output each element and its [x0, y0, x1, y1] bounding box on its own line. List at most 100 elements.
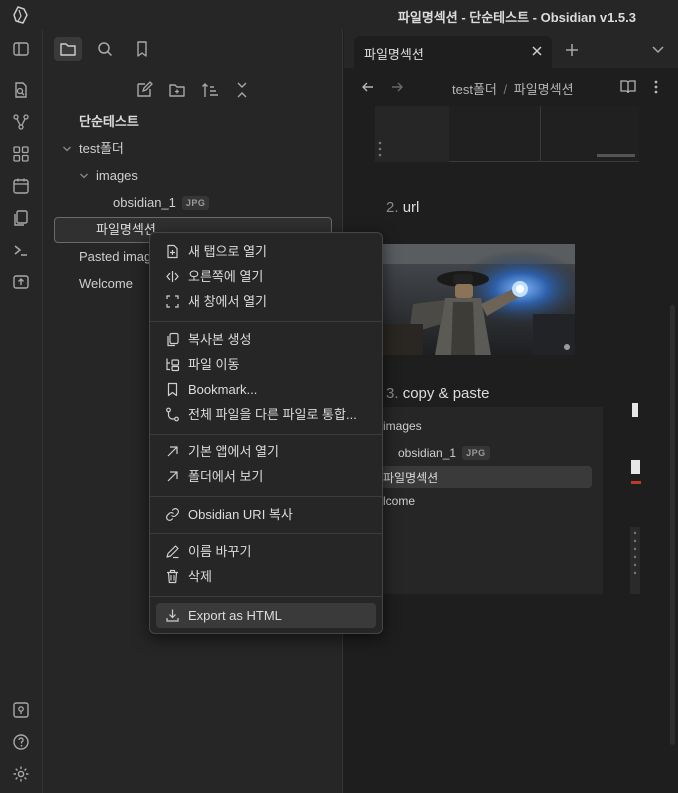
sidebar-tabs [43, 30, 343, 68]
menu-item-export-html[interactable]: Export as HTML [156, 603, 376, 628]
tab-title[interactable]: 파일명섹션 [364, 44, 424, 63]
embedded-item-label: obsidian_1 [398, 446, 457, 460]
window-title: 파일명섹션 - 단순테스트 - Obsidian v1.5.3 [397, 10, 636, 25]
embedded-screenshot-top [375, 106, 639, 162]
menu-item-label: Obsidian URI 복사 [188, 507, 293, 522]
menu-item-label: 오른쪽에 열기 [188, 269, 264, 284]
move-folder-icon [165, 357, 180, 372]
menu-item-label: 파일 이동 [188, 357, 240, 372]
canvas-icon[interactable] [12, 145, 30, 163]
menu-item-label: 새 탭으로 열기 [188, 244, 267, 259]
vault-name[interactable]: 단순테스트 [79, 109, 139, 135]
search-icon [98, 42, 113, 57]
external-link-icon [165, 444, 180, 459]
chevron-down-icon[interactable] [62, 145, 72, 153]
embedded-divider [540, 106, 541, 162]
help-icon[interactable] [12, 733, 30, 751]
more-options-icon[interactable] [653, 79, 659, 95]
left-ribbon [0, 30, 43, 793]
tab-bookmarks[interactable] [128, 37, 156, 61]
tab-list-chevron-icon[interactable] [651, 44, 665, 56]
embedded-sidebar [375, 106, 449, 162]
copy-icon [165, 332, 180, 347]
new-tab-plus-icon[interactable] [564, 42, 580, 58]
embedded-status [597, 154, 635, 157]
folder-icon [60, 43, 76, 56]
terminal-icon[interactable] [12, 241, 30, 259]
tab-search[interactable] [91, 37, 119, 61]
tree-file-welcome[interactable]: Welcome [79, 271, 133, 297]
breadcrumb: test폴더 / 파일명섹션 [452, 79, 574, 98]
back-arrow-icon[interactable] [361, 80, 375, 94]
sort-order-icon[interactable] [201, 81, 219, 99]
publish-upload-icon[interactable] [12, 273, 30, 291]
menu-item-open-right[interactable]: 오른쪽에 열기 [156, 264, 376, 289]
heading-text: copy & paste [402, 385, 490, 402]
embedded-fragment-white [632, 403, 638, 417]
heading-copy-paste: 3. copy & paste [386, 385, 489, 402]
menu-item-label: 삭제 [188, 569, 212, 584]
vault-switcher-icon[interactable] [12, 701, 30, 719]
reading-view-book-icon[interactable] [620, 79, 636, 94]
heading-text: url [402, 199, 420, 216]
menu-item-label: Export as HTML [188, 608, 282, 623]
heading-number: 3. [386, 385, 399, 402]
menu-item-move-file[interactable]: 파일 이동 [156, 352, 376, 377]
tree-file-pasted-image[interactable]: Pasted image [79, 244, 159, 270]
quick-switcher-icon[interactable] [12, 81, 30, 99]
tree-folder-test[interactable]: test폴더 [79, 136, 124, 162]
graph-view-icon[interactable] [12, 113, 30, 131]
menu-item-label: 기본 앱에서 열기 [188, 444, 279, 459]
daily-note-calendar-icon[interactable] [12, 177, 30, 195]
menu-item-bookmark[interactable]: Bookmark... [156, 377, 376, 402]
tree-file-current[interactable]: 파일명섹션 [96, 217, 156, 243]
file-extension-badge: JPG [181, 196, 210, 210]
close-tab-icon[interactable] [530, 44, 544, 58]
breadcrumb-file[interactable]: 파일명섹션 [514, 82, 574, 97]
tree-folder-images[interactable]: images [96, 163, 138, 189]
reveal-folder-icon [165, 469, 180, 484]
templates-copy-icon[interactable] [12, 209, 30, 227]
menu-item-label: 폴더에서 보기 [188, 469, 264, 484]
collapse-all-icon[interactable] [233, 81, 251, 99]
menu-item-open-new-tab[interactable]: 새 탭으로 열기 [156, 239, 376, 264]
forward-arrow-icon[interactable] [390, 80, 404, 94]
breadcrumb-folder[interactable]: test폴더 [452, 82, 497, 97]
scrollbar[interactable] [670, 305, 675, 745]
merge-icon [165, 407, 180, 422]
breadcrumb-separator: / [503, 82, 508, 97]
menu-separator [150, 533, 382, 534]
menu-item-show-in-folder[interactable]: 폴더에서 보기 [156, 464, 376, 489]
menu-item-duplicate[interactable]: 복사본 생성 [156, 327, 376, 352]
tab-file-explorer[interactable] [54, 37, 82, 61]
menu-separator [150, 434, 382, 435]
menu-item-copy-uri[interactable]: Obsidian URI 복사 [156, 502, 376, 527]
menu-item-rename[interactable]: 이름 바꾸기 [156, 539, 376, 564]
embedded-dots [377, 140, 383, 160]
menu-item-label: 전체 파일을 다른 파일로 통합... [188, 407, 357, 422]
new-note-icon[interactable] [135, 81, 153, 99]
file-context-menu: 새 탭으로 열기 오른쪽에 열기 새 창에서 열기 복사본 생성 파일 이동 B… [149, 232, 383, 634]
link-icon [165, 507, 180, 522]
menu-item-delete[interactable]: 삭제 [156, 564, 376, 589]
menu-item-open-default-app[interactable]: 기본 앱에서 열기 [156, 439, 376, 464]
chevron-down-icon[interactable] [79, 172, 89, 180]
embedded-item-obsidian: obsidian_1 JPG [398, 446, 490, 460]
sidebar-toggle-icon[interactable] [12, 40, 30, 58]
menu-separator [150, 321, 382, 322]
menu-item-label: 새 창에서 열기 [188, 294, 267, 309]
bookmark-icon [137, 41, 147, 57]
settings-gear-icon[interactable] [12, 765, 30, 783]
embedded-fragment-bar [630, 527, 640, 594]
menu-item-label: 복사본 생성 [188, 332, 252, 347]
embedded-fragment-white-2 [631, 460, 640, 474]
new-folder-icon[interactable] [168, 81, 186, 99]
embedded-item-welcome: lcome [383, 494, 416, 508]
new-window-icon [165, 294, 180, 309]
split-right-icon [165, 269, 180, 284]
menu-item-merge-file[interactable]: 전체 파일을 다른 파일로 통합... [156, 402, 376, 427]
menu-item-open-new-window[interactable]: 새 창에서 열기 [156, 289, 376, 314]
tree-file-obsidian-1[interactable]: obsidian_1 JPG [113, 190, 210, 216]
menu-item-label: 이름 바꾸기 [188, 544, 252, 559]
embedded-item-current: 파일명섹션 [383, 471, 439, 485]
